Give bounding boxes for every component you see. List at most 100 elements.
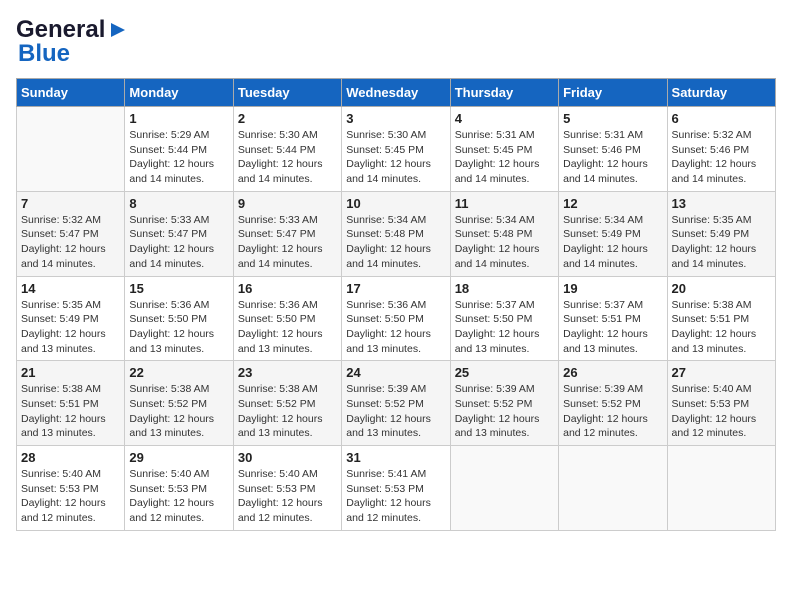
day-number: 28 (21, 450, 120, 465)
logo-arrow-icon (107, 19, 129, 41)
calendar-cell: 28 Sunrise: 5:40 AM Sunset: 5:53 PM Dayli… (17, 446, 125, 531)
calendar-cell: 20 Sunrise: 5:38 AM Sunset: 5:51 PM Dayli… (667, 276, 775, 361)
calendar-cell: 4 Sunrise: 5:31 AM Sunset: 5:45 PM Daylig… (450, 107, 558, 192)
calendar-cell: 10 Sunrise: 5:34 AM Sunset: 5:48 PM Dayli… (342, 191, 450, 276)
day-number: 22 (129, 365, 228, 380)
calendar-cell (667, 446, 775, 531)
calendar-cell: 13 Sunrise: 5:35 AM Sunset: 5:49 PM Dayli… (667, 191, 775, 276)
day-info: Sunrise: 5:36 AM Sunset: 5:50 PM Dayligh… (129, 298, 228, 357)
calendar-cell: 27 Sunrise: 5:40 AM Sunset: 5:53 PM Dayli… (667, 361, 775, 446)
day-info: Sunrise: 5:29 AM Sunset: 5:44 PM Dayligh… (129, 128, 228, 187)
calendar-cell (559, 446, 667, 531)
day-info: Sunrise: 5:36 AM Sunset: 5:50 PM Dayligh… (346, 298, 445, 357)
day-info: Sunrise: 5:38 AM Sunset: 5:52 PM Dayligh… (238, 382, 337, 441)
day-number: 11 (455, 196, 554, 211)
day-number: 2 (238, 111, 337, 126)
day-number: 14 (21, 281, 120, 296)
day-number: 18 (455, 281, 554, 296)
calendar-cell: 9 Sunrise: 5:33 AM Sunset: 5:47 PM Daylig… (233, 191, 341, 276)
day-number: 13 (672, 196, 771, 211)
day-info: Sunrise: 5:38 AM Sunset: 5:51 PM Dayligh… (21, 382, 120, 441)
calendar-week-row: 21 Sunrise: 5:38 AM Sunset: 5:51 PM Dayli… (17, 361, 776, 446)
day-number: 9 (238, 196, 337, 211)
calendar-cell: 17 Sunrise: 5:36 AM Sunset: 5:50 PM Dayli… (342, 276, 450, 361)
calendar-cell: 15 Sunrise: 5:36 AM Sunset: 5:50 PM Dayli… (125, 276, 233, 361)
calendar-cell: 31 Sunrise: 5:41 AM Sunset: 5:53 PM Dayli… (342, 446, 450, 531)
day-number: 21 (21, 365, 120, 380)
day-number: 16 (238, 281, 337, 296)
day-number: 7 (21, 196, 120, 211)
day-info: Sunrise: 5:31 AM Sunset: 5:46 PM Dayligh… (563, 128, 662, 187)
day-info: Sunrise: 5:38 AM Sunset: 5:51 PM Dayligh… (672, 298, 771, 357)
calendar-body: 1 Sunrise: 5:29 AM Sunset: 5:44 PM Daylig… (17, 107, 776, 531)
calendar-cell: 14 Sunrise: 5:35 AM Sunset: 5:49 PM Dayli… (17, 276, 125, 361)
day-number: 25 (455, 365, 554, 380)
calendar-cell: 21 Sunrise: 5:38 AM Sunset: 5:51 PM Dayli… (17, 361, 125, 446)
col-header-thursday: Thursday (450, 79, 558, 107)
calendar-week-row: 1 Sunrise: 5:29 AM Sunset: 5:44 PM Daylig… (17, 107, 776, 192)
day-info: Sunrise: 5:34 AM Sunset: 5:48 PM Dayligh… (346, 213, 445, 272)
day-number: 29 (129, 450, 228, 465)
col-header-friday: Friday (559, 79, 667, 107)
day-info: Sunrise: 5:34 AM Sunset: 5:48 PM Dayligh… (455, 213, 554, 272)
day-info: Sunrise: 5:38 AM Sunset: 5:52 PM Dayligh… (129, 382, 228, 441)
calendar-header-row: SundayMondayTuesdayWednesdayThursdayFrid… (17, 79, 776, 107)
day-number: 30 (238, 450, 337, 465)
calendar-cell: 1 Sunrise: 5:29 AM Sunset: 5:44 PM Daylig… (125, 107, 233, 192)
logo-blue: Blue (18, 40, 70, 68)
calendar-cell: 3Sunrise: 5:30 AM Sunset: 5:45 PM Daylig… (342, 107, 450, 192)
day-info: Sunrise: 5:41 AM Sunset: 5:53 PM Dayligh… (346, 467, 445, 526)
calendar-week-row: 7 Sunrise: 5:32 AM Sunset: 5:47 PM Daylig… (17, 191, 776, 276)
day-number: 6 (672, 111, 771, 126)
col-header-saturday: Saturday (667, 79, 775, 107)
day-number: 12 (563, 196, 662, 211)
day-number: 4 (455, 111, 554, 126)
col-header-monday: Monday (125, 79, 233, 107)
calendar-week-row: 14 Sunrise: 5:35 AM Sunset: 5:49 PM Dayli… (17, 276, 776, 361)
day-number: 24 (346, 365, 445, 380)
calendar-cell: 23 Sunrise: 5:38 AM Sunset: 5:52 PM Dayli… (233, 361, 341, 446)
day-number: 20 (672, 281, 771, 296)
calendar-cell: 2 Sunrise: 5:30 AM Sunset: 5:44 PM Daylig… (233, 107, 341, 192)
day-info: Sunrise: 5:39 AM Sunset: 5:52 PM Dayligh… (455, 382, 554, 441)
day-number: 27 (672, 365, 771, 380)
calendar-cell: 22 Sunrise: 5:38 AM Sunset: 5:52 PM Dayli… (125, 361, 233, 446)
day-info: Sunrise: 5:35 AM Sunset: 5:49 PM Dayligh… (21, 298, 120, 357)
calendar-cell: 24Sunrise: 5:39 AM Sunset: 5:52 PM Dayli… (342, 361, 450, 446)
calendar-week-row: 28 Sunrise: 5:40 AM Sunset: 5:53 PM Dayli… (17, 446, 776, 531)
day-number: 23 (238, 365, 337, 380)
day-info: Sunrise: 5:39 AM Sunset: 5:52 PM Dayligh… (563, 382, 662, 441)
day-info: Sunrise: 5:35 AM Sunset: 5:49 PM Dayligh… (672, 213, 771, 272)
day-info: Sunrise: 5:30 AM Sunset: 5:45 PM Dayligh… (346, 128, 445, 187)
day-number: 17 (346, 281, 445, 296)
day-info: Sunrise: 5:40 AM Sunset: 5:53 PM Dayligh… (672, 382, 771, 441)
day-info: Sunrise: 5:32 AM Sunset: 5:47 PM Dayligh… (21, 213, 120, 272)
col-header-wednesday: Wednesday (342, 79, 450, 107)
day-number: 31 (346, 450, 445, 465)
calendar-table: SundayMondayTuesdayWednesdayThursdayFrid… (16, 78, 776, 531)
calendar-cell: 26 Sunrise: 5:39 AM Sunset: 5:52 PM Dayli… (559, 361, 667, 446)
day-info: Sunrise: 5:37 AM Sunset: 5:51 PM Dayligh… (563, 298, 662, 357)
calendar-cell (450, 446, 558, 531)
day-info: Sunrise: 5:40 AM Sunset: 5:53 PM Dayligh… (238, 467, 337, 526)
day-number: 15 (129, 281, 228, 296)
day-info: Sunrise: 5:31 AM Sunset: 5:45 PM Dayligh… (455, 128, 554, 187)
calendar-cell: 16 Sunrise: 5:36 AM Sunset: 5:50 PM Dayli… (233, 276, 341, 361)
day-number: 26 (563, 365, 662, 380)
day-info: Sunrise: 5:32 AM Sunset: 5:46 PM Dayligh… (672, 128, 771, 187)
day-info: Sunrise: 5:40 AM Sunset: 5:53 PM Dayligh… (129, 467, 228, 526)
day-info: Sunrise: 5:40 AM Sunset: 5:53 PM Dayligh… (21, 467, 120, 526)
calendar-cell: 7 Sunrise: 5:32 AM Sunset: 5:47 PM Daylig… (17, 191, 125, 276)
day-info: Sunrise: 5:30 AM Sunset: 5:44 PM Dayligh… (238, 128, 337, 187)
day-number: 1 (129, 111, 228, 126)
day-info: Sunrise: 5:37 AM Sunset: 5:50 PM Dayligh… (455, 298, 554, 357)
day-info: Sunrise: 5:33 AM Sunset: 5:47 PM Dayligh… (238, 213, 337, 272)
day-info: Sunrise: 5:36 AM Sunset: 5:50 PM Dayligh… (238, 298, 337, 357)
calendar-cell: 18 Sunrise: 5:37 AM Sunset: 5:50 PM Dayli… (450, 276, 558, 361)
day-number: 19 (563, 281, 662, 296)
day-info: Sunrise: 5:34 AM Sunset: 5:49 PM Dayligh… (563, 213, 662, 272)
day-number: 10 (346, 196, 445, 211)
calendar-cell: 25 Sunrise: 5:39 AM Sunset: 5:52 PM Dayli… (450, 361, 558, 446)
calendar-cell: 29 Sunrise: 5:40 AM Sunset: 5:53 PM Dayli… (125, 446, 233, 531)
day-number: 5 (563, 111, 662, 126)
